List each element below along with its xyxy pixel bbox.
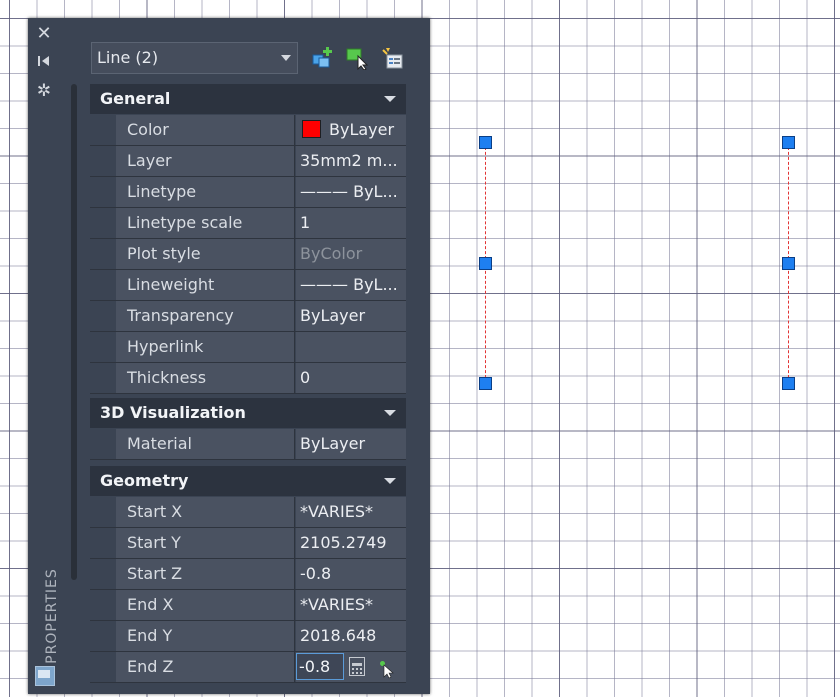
property-label: End Y xyxy=(116,621,295,651)
property-value[interactable] xyxy=(296,332,406,362)
property-label: Start Z xyxy=(116,559,295,589)
row-gutter xyxy=(90,177,116,207)
row-gutter xyxy=(90,208,116,238)
property-label: End X xyxy=(116,590,295,620)
property-row-plot-style[interactable]: Plot style ByColor xyxy=(90,239,406,270)
property-row-start-x[interactable]: Start X *VARIES* xyxy=(90,497,406,528)
property-value[interactable]: ——— ByL... xyxy=(296,270,406,300)
property-row-linetype[interactable]: Linetype ——— ByL... xyxy=(90,177,406,208)
palette-scrollbar[interactable] xyxy=(71,84,77,580)
property-value[interactable]: ByLayer xyxy=(296,115,406,145)
property-label: Material xyxy=(116,429,295,459)
quick-select-icon[interactable] xyxy=(380,46,404,70)
row-gutter xyxy=(90,429,116,459)
property-label: Color xyxy=(116,115,295,145)
property-label: Plot style xyxy=(116,239,295,269)
property-value[interactable]: 35mm2 m... xyxy=(296,146,406,176)
grip-right-end[interactable] xyxy=(782,377,795,390)
row-gutter xyxy=(90,115,116,145)
property-row-start-z[interactable]: Start Z -0.8 xyxy=(90,559,406,590)
select-objects-icon[interactable] xyxy=(346,46,370,71)
property-label: Linetype scale xyxy=(116,208,295,238)
row-gutter xyxy=(90,332,116,362)
property-value[interactable]: ByLayer xyxy=(296,301,406,331)
property-row-layer[interactable]: Layer 35mm2 m... xyxy=(90,146,406,177)
property-value[interactable]: -0.8 xyxy=(296,652,406,682)
properties-settings-icon[interactable]: ✲ xyxy=(33,80,55,102)
toggle-pickadd-icon[interactable] xyxy=(311,46,335,70)
end-z-input[interactable]: -0.8 xyxy=(296,653,344,680)
property-label: Hyperlink xyxy=(116,332,295,362)
property-value[interactable]: ——— ByL... xyxy=(296,177,406,207)
property-row-end-y[interactable]: End Y 2018.648 xyxy=(90,621,406,652)
row-gutter xyxy=(90,239,116,269)
grip-right-mid[interactable] xyxy=(782,257,795,270)
category-title: General xyxy=(100,89,171,108)
row-gutter xyxy=(90,559,116,589)
property-row-thickness[interactable]: Thickness 0 xyxy=(90,363,406,394)
row-gutter xyxy=(90,590,116,620)
chevron-down-icon[interactable] xyxy=(384,410,396,416)
property-row-material[interactable]: Material ByLayer xyxy=(90,429,406,460)
property-label: Thickness xyxy=(116,363,295,393)
category-title: 3D Visualization xyxy=(100,403,246,422)
category-3d-visualization[interactable]: 3D Visualization xyxy=(90,398,406,428)
grip-left-end[interactable] xyxy=(479,377,492,390)
category-geometry[interactable]: Geometry xyxy=(90,466,406,496)
row-gutter xyxy=(90,301,116,331)
close-icon[interactable]: ✕ xyxy=(33,23,55,45)
row-gutter xyxy=(90,146,116,176)
property-row-linetype-scale[interactable]: Linetype scale 1 xyxy=(90,208,406,239)
row-gutter xyxy=(90,621,116,651)
row-gutter xyxy=(90,652,116,682)
row-gutter xyxy=(90,528,116,558)
property-value[interactable]: 0 xyxy=(296,363,406,393)
property-label: Layer xyxy=(116,146,295,176)
palette-content: Line (2) General Color ByLayer Layer 35m… xyxy=(86,18,430,694)
property-row-transparency[interactable]: Transparency ByLayer xyxy=(90,301,406,332)
grip-left-mid[interactable] xyxy=(479,257,492,270)
property-value-text: ByLayer xyxy=(329,120,395,139)
property-row-start-y[interactable]: Start Y 2105.2749 xyxy=(90,528,406,559)
property-value[interactable]: 2018.648 xyxy=(296,621,406,651)
palette-vertical-title: PROPERTIES xyxy=(44,568,60,664)
property-label: Transparency xyxy=(116,301,295,331)
chevron-down-icon[interactable] xyxy=(384,478,396,484)
property-row-hyperlink[interactable]: Hyperlink xyxy=(90,332,406,363)
auto-hide-icon[interactable] xyxy=(33,52,55,74)
property-label: Lineweight xyxy=(116,270,295,300)
property-label: Start X xyxy=(116,497,295,527)
property-row-end-x[interactable]: End X *VARIES* xyxy=(90,590,406,621)
row-gutter xyxy=(90,497,116,527)
property-row-end-z[interactable]: End Z -0.8 xyxy=(90,652,406,683)
color-swatch-icon xyxy=(302,120,321,138)
property-label: End Z xyxy=(116,652,295,682)
chevron-down-icon[interactable] xyxy=(384,96,396,102)
property-row-lineweight[interactable]: Lineweight ——— ByL... xyxy=(90,270,406,301)
pick-point-icon[interactable] xyxy=(380,659,396,679)
property-value[interactable]: ByLayer xyxy=(296,429,406,459)
object-type-dropdown[interactable]: Line (2) xyxy=(91,42,298,74)
property-value[interactable]: 2105.2749 xyxy=(296,528,406,558)
property-value[interactable]: ByColor xyxy=(296,239,406,269)
property-value[interactable]: 1 xyxy=(296,208,406,238)
grip-left-start[interactable] xyxy=(479,136,492,149)
grip-right-start[interactable] xyxy=(782,136,795,149)
object-type-value: Line (2) xyxy=(97,48,159,67)
property-value[interactable]: *VARIES* xyxy=(296,590,406,620)
row-gutter xyxy=(90,270,116,300)
calculator-icon[interactable] xyxy=(349,657,365,676)
row-gutter xyxy=(90,363,116,393)
property-value[interactable]: -0.8 xyxy=(296,559,406,589)
property-value[interactable]: *VARIES* xyxy=(296,497,406,527)
palette-title-strip: ✕ ✲ PROPERTIES xyxy=(28,18,60,694)
property-label: Start Y xyxy=(116,528,295,558)
property-label: Linetype xyxy=(116,177,295,207)
property-row-color[interactable]: Color ByLayer xyxy=(90,115,406,146)
palette-icon xyxy=(35,666,55,686)
properties-palette: ✕ ✲ PROPERTIES Line (2) General Color By… xyxy=(28,18,430,694)
category-general[interactable]: General xyxy=(90,84,406,114)
chevron-down-icon xyxy=(281,55,291,61)
category-title: Geometry xyxy=(100,471,189,490)
